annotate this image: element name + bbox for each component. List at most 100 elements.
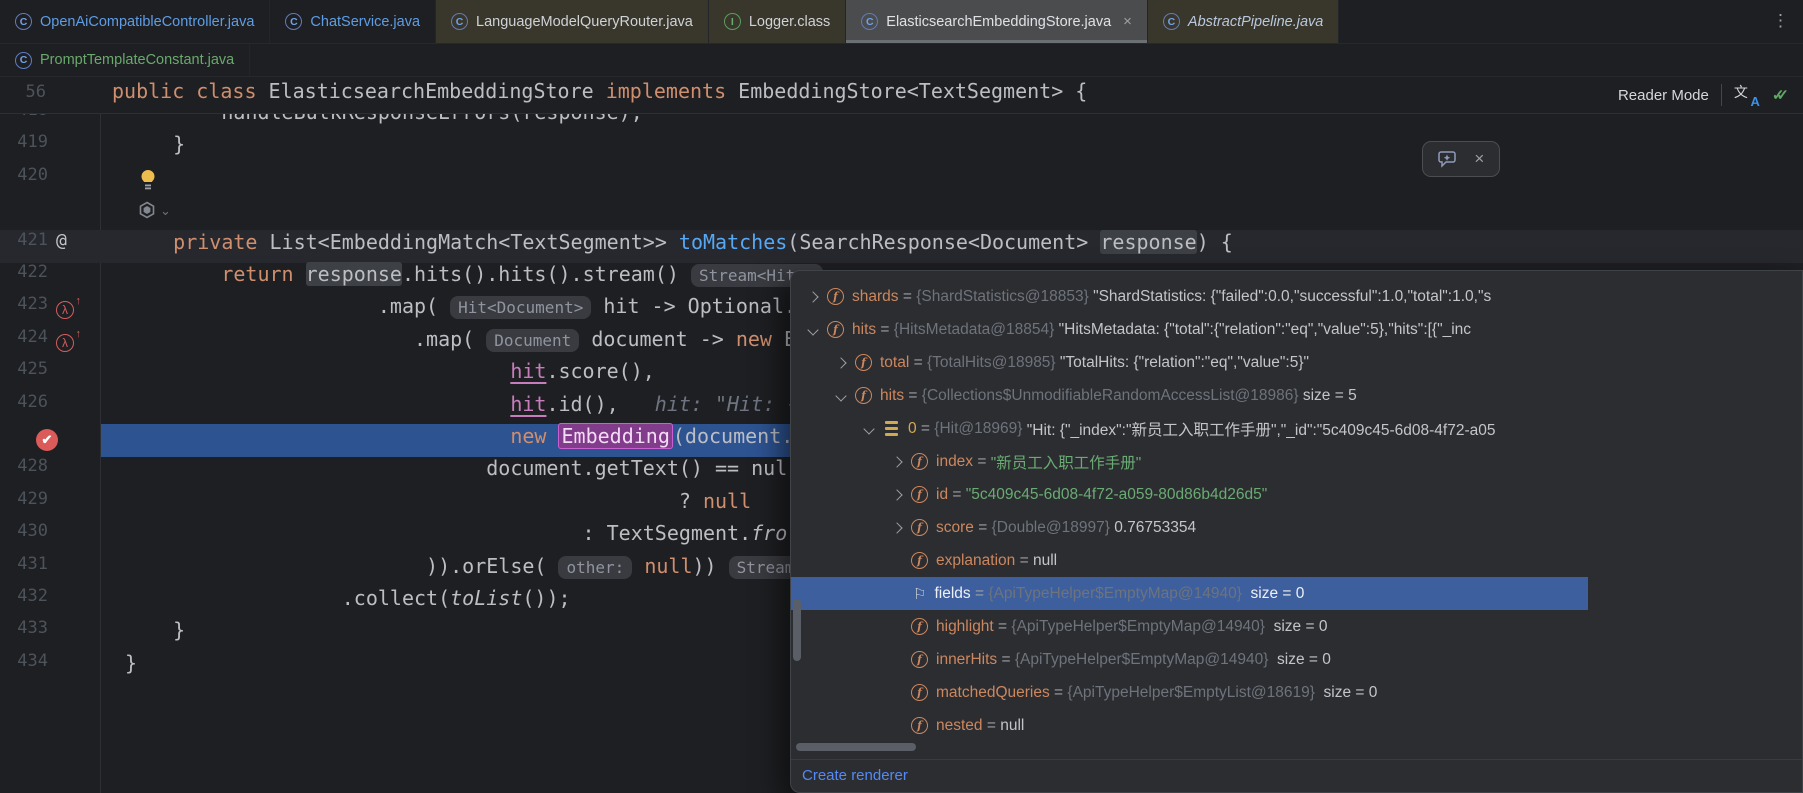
tab-overflow-menu-icon[interactable]: ⋮ bbox=[1772, 11, 1789, 31]
tab-chatservice-java[interactable]: CChatService.java bbox=[270, 0, 436, 43]
field-icon: f bbox=[911, 486, 928, 503]
tree-chevron-icon[interactable] bbox=[891, 456, 902, 467]
field-icon: f bbox=[911, 717, 928, 734]
tab-openaicompatiblecontroller-java[interactable]: COpenAiCompatibleController.java bbox=[0, 0, 270, 43]
variable-name: explanation bbox=[936, 552, 1015, 570]
ai-assistant-icon[interactable] bbox=[1438, 149, 1460, 169]
variable-row-nested[interactable]: fnested = null bbox=[791, 709, 1802, 742]
line-number: 421 bbox=[4, 230, 48, 250]
variable-row-hits[interactable]: fhits = {HitsMetadata@18854} "HitsMetada… bbox=[791, 313, 1802, 346]
variable-value: size = 0 bbox=[1319, 684, 1377, 702]
ai-suggestion-inlay[interactable]: ⌄ bbox=[138, 201, 171, 220]
tab-prompttemplateconstant-java[interactable]: CPromptTemplateConstant.java bbox=[0, 44, 250, 76]
tab-logger-class[interactable]: ILogger.class bbox=[709, 0, 846, 43]
class-icon: C bbox=[451, 13, 468, 30]
code-token: .map( bbox=[125, 294, 450, 318]
code-token: hit bbox=[510, 359, 546, 383]
variable-name: score bbox=[936, 519, 974, 537]
class-icon: C bbox=[285, 13, 302, 30]
line-number: 434 bbox=[4, 651, 48, 671]
code-text: return response.hits().hits().stream() S… bbox=[125, 262, 823, 286]
variable-row-shards[interactable]: fshards = {ShardStatistics@18853} "Shard… bbox=[791, 280, 1802, 313]
code-text: hit.id(), hit: "Hit: {"_ bbox=[125, 392, 823, 416]
equals-sign: = bbox=[948, 486, 966, 504]
variable-type-ref: {TotalHits@18985} bbox=[927, 354, 1060, 372]
sticky-line-number: 56 bbox=[12, 82, 46, 102]
tab-label: AbstractPipeline.java bbox=[1188, 14, 1323, 30]
variable-value: "新员工入职工作手册" bbox=[991, 451, 1142, 473]
code-token: hit -> Optional. bbox=[591, 294, 796, 318]
tab-languagemodelqueryrouter-java[interactable]: CLanguageModelQueryRouter.java bbox=[436, 0, 709, 43]
variable-name: innerHits bbox=[936, 651, 997, 669]
variable-name: hits bbox=[852, 321, 876, 339]
code-text: hit.score(), bbox=[125, 359, 655, 383]
lambda-navigation-icon[interactable]: λ↑ bbox=[56, 301, 74, 319]
variable-row-explanation[interactable]: fexplanation = null bbox=[791, 544, 1802, 577]
field-icon: f bbox=[911, 651, 928, 668]
code-text: } bbox=[125, 618, 185, 642]
tree-chevron-icon[interactable] bbox=[807, 291, 818, 302]
variable-row-id[interactable]: fid = "5c409c45-6d08-4f72-a059-80d86b4d2… bbox=[791, 478, 1802, 511]
code-token bbox=[125, 262, 221, 286]
tree-chevron-icon[interactable] bbox=[835, 357, 846, 368]
variable-name: highlight bbox=[936, 618, 994, 636]
line-number: 428 bbox=[4, 456, 48, 476]
editor-line-420: 420 bbox=[0, 165, 1803, 198]
variable-row-total[interactable]: ftotal = {TotalHits@18985} "TotalHits: {… bbox=[791, 346, 1802, 379]
code-token: null bbox=[644, 554, 692, 578]
code-token: implements bbox=[606, 79, 738, 103]
variable-row-0[interactable]: 0 = {Hit@18969} "Hit: {"_index":"新员工入职工作… bbox=[791, 412, 1802, 445]
ai-inlay-row: ⌄ bbox=[0, 197, 1803, 230]
code-text: .collect(toList()); bbox=[125, 586, 571, 610]
code-token: toMatches bbox=[679, 230, 787, 254]
code-token bbox=[125, 230, 173, 254]
line-number: 424 bbox=[4, 327, 48, 347]
variable-row-hits[interactable]: fhits = {Collections$UnmodifiableRandomA… bbox=[791, 379, 1802, 412]
equals-sign: = bbox=[876, 321, 894, 339]
variable-value: 0.76753354 bbox=[1114, 519, 1196, 537]
tree-chevron-icon[interactable] bbox=[835, 390, 846, 401]
equals-sign: = bbox=[909, 354, 927, 372]
lambda-navigation-icon[interactable]: λ↑ bbox=[56, 334, 74, 352]
close-icon[interactable]: × bbox=[1474, 149, 1484, 169]
variable-row-matchedQueries[interactable]: fmatchedQueries = {ApiTypeHelper$EmptyLi… bbox=[791, 676, 1802, 709]
equals-sign: = bbox=[917, 420, 935, 438]
code-token: response bbox=[306, 262, 402, 286]
create-renderer-link[interactable]: Create renderer bbox=[802, 767, 908, 784]
translate-icon[interactable]: 文 A bbox=[1734, 83, 1760, 107]
variable-row-innerHits[interactable]: finnerHits = {ApiTypeHelper$EmptyMap@149… bbox=[791, 643, 1802, 676]
code-token: return bbox=[221, 262, 293, 286]
breakpoint-icon[interactable]: ✔ bbox=[36, 429, 58, 451]
popup-horizontal-scrollbar[interactable] bbox=[796, 743, 916, 751]
line-number: 426 bbox=[4, 392, 48, 412]
intention-bulb-icon[interactable] bbox=[140, 169, 156, 193]
variable-value: "TotalHits: {"relation":"eq","value":5}" bbox=[1060, 354, 1309, 372]
tab-abstractpipeline-java[interactable]: CAbstractPipeline.java bbox=[1148, 0, 1339, 43]
line-number: 432 bbox=[4, 586, 48, 606]
tree-chevron-icon[interactable] bbox=[891, 489, 902, 500]
tree-chevron-icon[interactable] bbox=[891, 522, 902, 533]
popup-vertical-scrollbar[interactable] bbox=[793, 599, 801, 661]
code-token: response bbox=[1100, 230, 1196, 254]
variable-row-index[interactable]: findex = "新员工入职工作手册" bbox=[791, 445, 1802, 478]
code-token: ) { bbox=[1197, 230, 1233, 254]
equals-sign: = bbox=[899, 288, 917, 306]
variable-row-fields[interactable]: ⚐fields = {ApiTypeHelper$EmptyMap@14940}… bbox=[791, 577, 1588, 610]
field-icon: f bbox=[827, 321, 844, 338]
variable-row-score[interactable]: fscore = {Double@18997} 0.76753354 bbox=[791, 511, 1802, 544]
line-number: 420 bbox=[4, 165, 48, 185]
bookmark-at-icon[interactable]: @ bbox=[56, 230, 67, 251]
equals-sign: = bbox=[1050, 684, 1068, 702]
tab-elasticsearchembeddingstore-java[interactable]: CElasticsearchEmbeddingStore.java× bbox=[846, 0, 1148, 43]
code-token: .map( bbox=[125, 327, 486, 351]
variable-type-ref: {HitsMetadata@18854} bbox=[894, 321, 1059, 339]
reader-mode-toggle[interactable]: Reader Mode bbox=[1618, 87, 1709, 104]
variable-row-highlight[interactable]: fhighlight = {ApiTypeHelper$EmptyMap@149… bbox=[791, 610, 1802, 643]
code-token: .score(), bbox=[546, 359, 654, 383]
inspections-ok-icon[interactable]: ✓✓ bbox=[1772, 86, 1789, 104]
line-number: 431 bbox=[4, 554, 48, 574]
code-token: EmbeddingStore<TextSegment> { bbox=[738, 79, 1087, 103]
tab-close-icon[interactable]: × bbox=[1123, 13, 1132, 30]
tree-chevron-icon[interactable] bbox=[807, 324, 818, 335]
tree-chevron-icon[interactable] bbox=[863, 423, 874, 434]
